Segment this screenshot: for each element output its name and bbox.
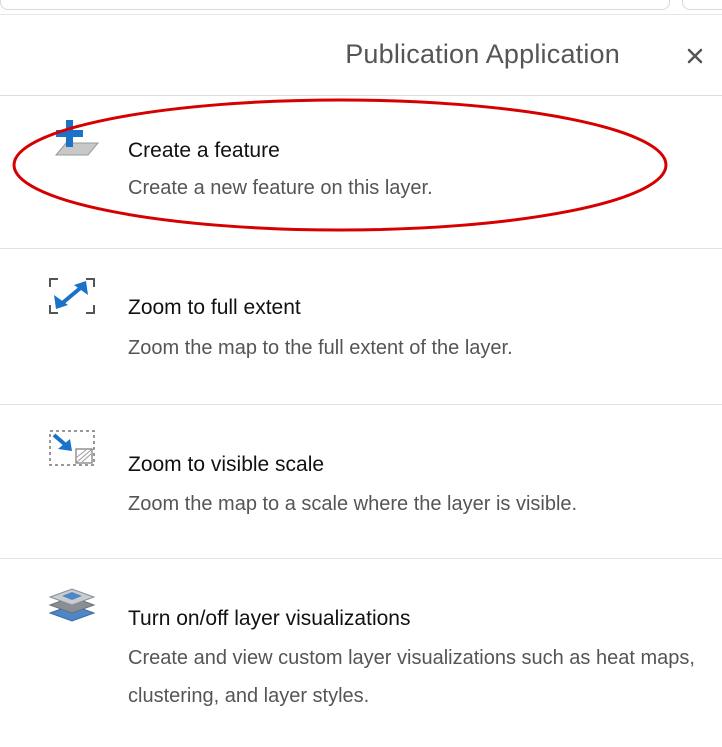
action-title: Zoom to visible scale: [128, 453, 325, 476]
visible-scale-icon: [46, 427, 106, 471]
layers-icon: [46, 585, 106, 629]
panel-header: Publication Application: [0, 14, 722, 96]
action-title: Create a feature: [128, 139, 280, 162]
action-title: Turn on/off layer visualizations: [128, 607, 411, 630]
top-strip: [0, 0, 722, 14]
action-description: Zoom the map to a scale where the layer …: [128, 493, 578, 515]
top-secondary-field[interactable]: [682, 0, 722, 10]
action-title: Zoom to full extent: [128, 296, 301, 319]
create-feature-icon: [46, 117, 106, 161]
panel-title: Publication Application: [345, 39, 620, 69]
full-extent-icon: [46, 275, 106, 319]
action-description: Create a new feature on this layer.: [128, 177, 433, 199]
close-icon: [687, 48, 703, 64]
action-layer-visualizations[interactable]: Turn on/off layer visualizations Create …: [0, 559, 722, 747]
action-zoom-visible-scale[interactable]: Zoom to visible scale Zoom the map to a …: [0, 405, 722, 559]
close-button[interactable]: [680, 41, 710, 71]
action-description: Zoom the map to the full extent of the l…: [128, 337, 513, 359]
action-description: Create and view custom layer visualizati…: [128, 647, 695, 707]
top-input-field[interactable]: [0, 0, 670, 10]
action-create-feature[interactable]: Create a feature Create a new feature on…: [0, 95, 722, 249]
action-zoom-full-extent[interactable]: Zoom to full extent Zoom the map to the …: [0, 249, 722, 405]
